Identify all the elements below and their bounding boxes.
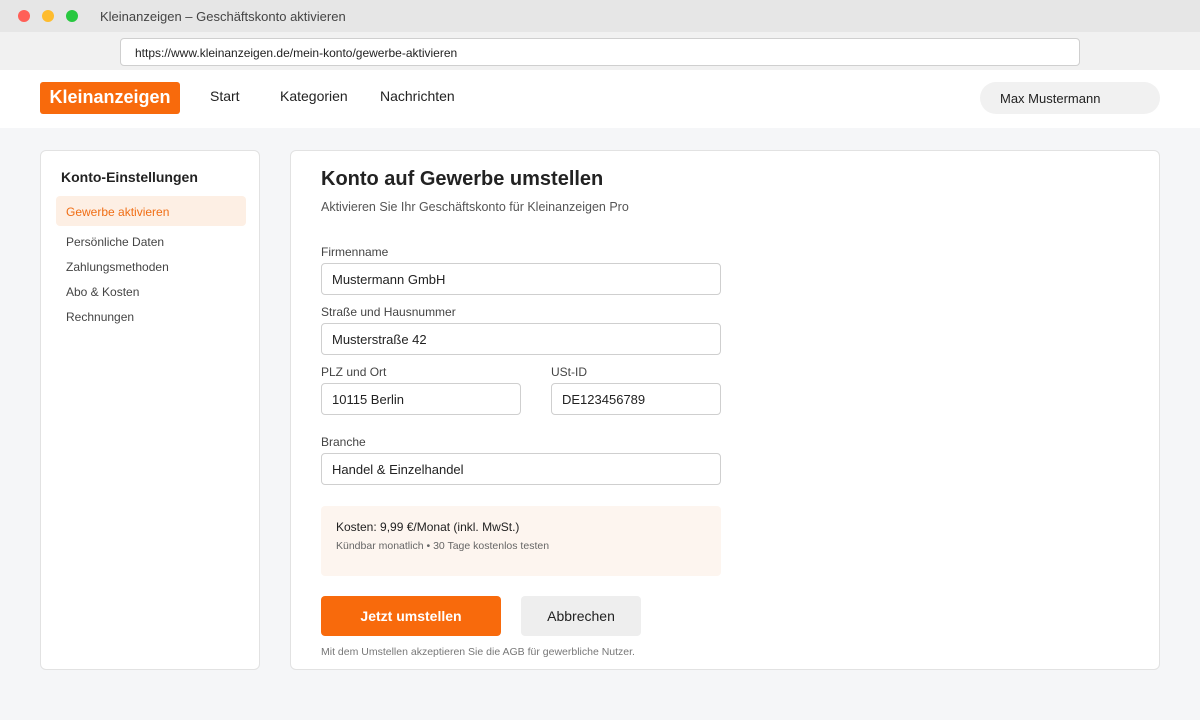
site-logo[interactable]: Kleinanzeigen xyxy=(40,82,180,114)
sidebar-title: Konto-Einstellungen xyxy=(61,169,198,185)
page-title: Konto auf Gewerbe umstellen xyxy=(321,168,604,190)
close-window-button[interactable] xyxy=(18,10,30,22)
business-account-form: Konto auf Gewerbe umstellen Aktivieren S… xyxy=(290,150,1160,670)
sidebar-item-gewerbe-aktivieren[interactable]: Gewerbe aktivieren xyxy=(56,196,246,226)
maximize-window-button[interactable] xyxy=(66,10,78,22)
cost-terms: Kündbar monatlich • 30 Tage kostenlos te… xyxy=(336,540,550,552)
sidebar-item-rechnungen[interactable]: Rechnungen xyxy=(66,310,134,324)
site-header: Kleinanzeigen Start Kategorien Nachricht… xyxy=(0,70,1200,128)
browser-toolbar: https://www.kleinanzeigen.de/mein-konto/… xyxy=(0,32,1200,70)
address-bar[interactable]: https://www.kleinanzeigen.de/mein-konto/… xyxy=(120,38,1080,66)
switch-now-button[interactable]: Jetzt umstellen xyxy=(321,596,501,636)
nav-start[interactable]: Start xyxy=(210,88,240,104)
plz-ort-input[interactable] xyxy=(321,383,521,415)
settings-sidebar: Konto-Einstellungen Gewerbe aktivieren P… xyxy=(40,150,260,670)
window-titlebar: Kleinanzeigen – Geschäftskonto aktiviere… xyxy=(0,0,1200,32)
window-title: Kleinanzeigen – Geschäftskonto aktiviere… xyxy=(100,9,346,24)
nav-kategorien[interactable]: Kategorien xyxy=(280,88,348,104)
cost-price: Kosten: 9,99 €/Monat (inkl. MwSt.) xyxy=(336,520,520,534)
branche-input[interactable] xyxy=(321,453,721,485)
ust-id-input[interactable] xyxy=(551,383,721,415)
branche-label: Branche xyxy=(321,435,366,449)
firmenname-label: Firmenname xyxy=(321,245,389,259)
page-subtitle: Aktivieren Sie Ihr Geschäftskonto für Kl… xyxy=(321,200,629,214)
user-menu[interactable]: Max Mustermann xyxy=(980,82,1160,114)
sidebar-item-zahlungsmethoden[interactable]: Zahlungsmethoden xyxy=(66,260,169,274)
cancel-button[interactable]: Abbrechen xyxy=(521,596,641,636)
cost-info-box: Kosten: 9,99 €/Monat (inkl. MwSt.) Kündb… xyxy=(321,506,721,576)
sidebar-item-persoenliche-daten[interactable]: Persönliche Daten xyxy=(66,235,164,249)
sidebar-item-abo-kosten[interactable]: Abo & Kosten xyxy=(66,285,139,299)
minimize-window-button[interactable] xyxy=(42,10,54,22)
plz-ort-label: PLZ und Ort xyxy=(321,365,387,379)
terms-footnote: Mit dem Umstellen akzeptieren Sie die AG… xyxy=(321,646,635,658)
ust-id-label: USt-ID xyxy=(551,365,587,379)
strasse-input[interactable] xyxy=(321,323,721,355)
firmenname-input[interactable] xyxy=(321,263,721,295)
nav-nachrichten[interactable]: Nachrichten xyxy=(380,88,455,104)
strasse-label: Straße und Hausnummer xyxy=(321,305,456,319)
